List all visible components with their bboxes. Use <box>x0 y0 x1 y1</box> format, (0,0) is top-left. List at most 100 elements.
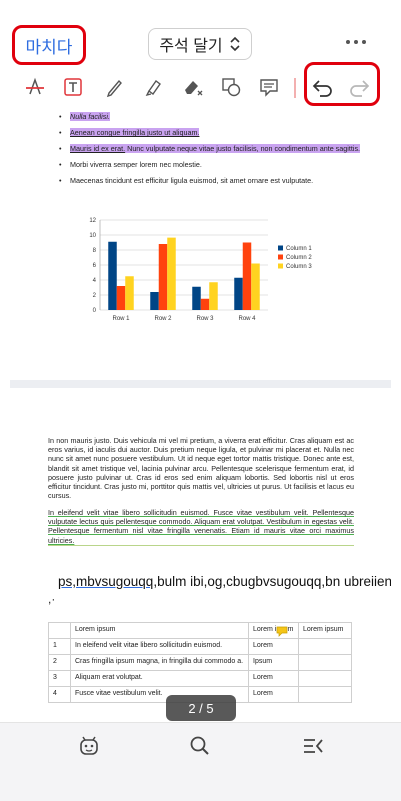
y-tick-label: 8 <box>93 248 97 254</box>
shapes-tool[interactable] <box>218 74 244 100</box>
bar <box>150 292 159 310</box>
underlined-text: In eleifend velit vitae libero sollicitu… <box>48 508 354 545</box>
table-header-row: Lorem ipsum Lorem ipsum Lorem ipsum <box>48 622 352 639</box>
bar <box>251 263 260 310</box>
table-cell: Aliquam erat volutpat. <box>70 670 249 687</box>
highlighted-text[interactable]: Nulla facilisi. <box>70 112 110 121</box>
table-cell: Lorem ipsum <box>298 622 352 639</box>
y-tick-label: 12 <box>89 218 96 224</box>
outline-menu-button[interactable] <box>298 731 328 761</box>
table-cell <box>298 638 352 655</box>
page-separator <box>10 380 391 388</box>
highlighted-text[interactable]: Aenean congue fringilla justo ut aliquam… <box>70 128 200 137</box>
legend-label: Column 3 <box>286 264 312 270</box>
table-cell: Lorem <box>248 670 299 687</box>
bullet-list: Nulla facilisi. Aenean congue fringilla … <box>58 108 368 190</box>
y-tick-label: 10 <box>89 233 96 239</box>
underlined-word[interactable]: ps,mbvsugouqq <box>58 574 153 589</box>
text-line-rest: ,bulm ibi,og,cbugbvsugouqq,bn ubreiiene <box>153 574 391 589</box>
annotation-mode-select[interactable]: 주석 달기 <box>148 28 252 60</box>
text-box-icon <box>64 78 82 96</box>
highlighter-tool[interactable] <box>140 74 166 100</box>
memo-tool[interactable] <box>256 74 282 100</box>
undo-redo-highlight <box>304 62 380 106</box>
y-tick-label: 0 <box>93 308 97 314</box>
eraser-tool[interactable] <box>180 74 206 100</box>
bar <box>125 276 134 310</box>
table-row: 2 Cras fringilla ipsum magna, in fringil… <box>48 654 352 671</box>
table-cell: Lorem ipsum <box>248 622 299 639</box>
text-fragment: ,· <box>48 592 56 606</box>
memo-annotation-icon[interactable] <box>276 626 288 637</box>
bar <box>108 241 117 310</box>
x-tick-label: Row 1 <box>112 316 130 322</box>
table-cell: In eleifend velit vitae libero sollicitu… <box>70 638 249 655</box>
table-cell <box>298 654 352 671</box>
legend-swatch <box>278 263 283 269</box>
bar <box>167 237 176 310</box>
table-cell: 1 <box>48 638 71 655</box>
bar-chart: 0 2 4 6 8 10 12 Row 1 Row 2 Row 3 Row 4 Column 1 Col… <box>89 218 312 322</box>
table-cell: 3 <box>48 670 71 687</box>
legend-swatch <box>278 245 283 251</box>
pen-tool[interactable] <box>102 74 128 100</box>
bar <box>192 286 201 310</box>
table-row: 3 Aliquam erat volutpat. Lorem <box>48 670 352 687</box>
mode-select-label: 주석 달기 <box>159 38 223 55</box>
table-row: 1 In eleifend velit vitae libero sollici… <box>48 638 352 655</box>
table-cell: Cras fringilla ipsum magna, in fringilla… <box>70 654 249 671</box>
data-table: Lorem ipsum Lorem ipsum Lorem ipsum 1 In… <box>48 622 352 703</box>
legend-label: Column 1 <box>286 246 312 252</box>
search-icon <box>190 736 209 755</box>
list-item: Mauris id ex erat. Nunc vulputate neque … <box>58 144 368 154</box>
list-item-text: Morbi viverra semper lorem nec molestie. <box>70 160 202 169</box>
text-line: ps,mbvsugouqq,bulm ibi,og,cbugbvsugouqq,… <box>58 574 391 589</box>
list-item: Aenean congue fringilla justo ut aliquam… <box>58 128 368 138</box>
done-button[interactable]: 마치다 <box>12 25 86 65</box>
paragraph: In non mauris justo. Duis vehicula mi ve… <box>48 436 354 501</box>
bar <box>200 298 210 310</box>
underlined-paragraph[interactable]: In eleifend velit vitae libero sollicitu… <box>48 508 354 546</box>
bar <box>234 277 243 310</box>
outline-menu-icon <box>304 739 323 753</box>
legend-swatch <box>278 254 283 260</box>
toolbar-divider <box>294 78 296 98</box>
table-cell: Lorem <box>248 686 299 703</box>
strikethrough-icon <box>26 77 44 95</box>
bottom-nav-bar <box>0 722 401 801</box>
legend-label: Column 2 <box>286 255 312 261</box>
table-cell: Lorem ipsum <box>70 622 249 639</box>
list-item: Morbi viverra semper lorem nec molestie. <box>58 160 368 170</box>
table-cell: 2 <box>48 654 71 671</box>
ai-assistant-button[interactable] <box>74 731 104 761</box>
table-cell: 4 <box>48 686 71 703</box>
page-indicator: 2 / 5 <box>166 695 236 721</box>
list-item: Maecenas tincidunt est efficitur ligula … <box>58 176 368 186</box>
search-button[interactable] <box>185 731 215 761</box>
text-box-tool[interactable] <box>60 74 86 100</box>
y-tick-label: 4 <box>93 278 97 284</box>
bar <box>158 244 168 310</box>
bar <box>209 282 218 310</box>
highlighted-text[interactable]: Mauris id ex erat. <box>70 144 125 153</box>
document-viewer[interactable]: Nulla facilisi. Aenean congue fringilla … <box>10 108 391 721</box>
table-cell <box>298 670 352 687</box>
more-horizontal-icon <box>346 40 366 44</box>
list-item-text: Maecenas tincidunt est efficitur ligula … <box>70 176 314 185</box>
y-tick-label: 2 <box>93 293 97 299</box>
more-options-button[interactable] <box>342 30 370 54</box>
bar <box>242 242 252 310</box>
sort-arrows-icon <box>230 36 240 52</box>
eraser-icon <box>185 81 203 96</box>
ai-assistant-icon <box>80 736 98 755</box>
shapes-icon <box>222 78 241 97</box>
table-cell: Lorem <box>248 638 299 655</box>
bar <box>116 286 126 310</box>
y-tick-label: 6 <box>93 263 97 269</box>
highlighted-text[interactable]: Nunc vulputate neque vitae justo facilis… <box>125 144 360 153</box>
table-cell <box>298 686 352 703</box>
pen-icon <box>106 79 122 98</box>
strikethrough-tool[interactable] <box>22 74 48 100</box>
x-tick-label: Row 2 <box>154 316 172 322</box>
top-bar: 마치다 주석 달기 <box>0 0 401 68</box>
